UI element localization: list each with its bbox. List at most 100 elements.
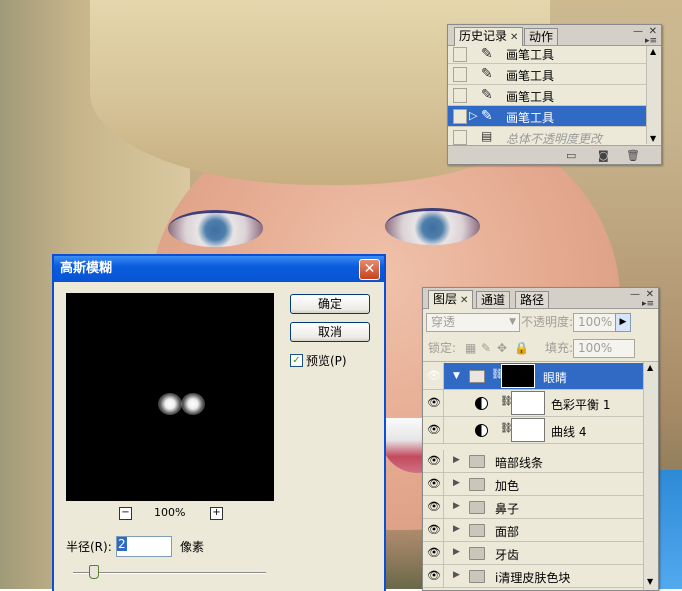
layers-tabbar: 图层 ✕ 通道 路径 — ✕ ▸≡ [423, 288, 658, 309]
dialog-title: 高斯模糊 [60, 261, 113, 276]
layer-group-row[interactable]: 👁 ▶ 面部 [423, 519, 643, 542]
expand-arrow-icon[interactable]: ▶ [453, 524, 460, 534]
history-item-selected[interactable]: ▷ ✎ 画笔工具 [448, 106, 646, 127]
history-panel: 历史记录 ✕ 动作 — ✕ ▸≡ ✎ 画笔工具 ✎ 画笔工具 ✎ 画笔工具 ▷ ✎… [447, 24, 662, 165]
photo-eye-right [385, 208, 480, 245]
panel-menu-icon[interactable]: ▸≡ [642, 299, 654, 309]
camera-icon[interactable]: ◙ [598, 149, 609, 162]
minimize-icon[interactable]: — [633, 27, 643, 37]
layer-group-row[interactable]: 👁 ▶ 暗部线条 [423, 450, 643, 473]
tab-actions[interactable]: 动作 [524, 28, 559, 45]
new-document-icon[interactable]: ▭ [566, 149, 576, 162]
radius-slider-track[interactable] [73, 572, 266, 574]
layer-group-row[interactable]: 👁 ▶ 鼻子 [423, 496, 643, 519]
fill-label: 填充: [545, 341, 574, 355]
radius-unit: 像素 [180, 540, 205, 554]
lock-row: 锁定: ▦ ✎ ✥ 🔒 填充: 100% [423, 335, 658, 362]
fill-input[interactable]: 100% [573, 339, 635, 358]
ok-button[interactable]: 确定 [290, 294, 370, 314]
layer-row[interactable]: 👁 ⛓ 色彩平衡 1 [423, 390, 643, 417]
history-scrollbar[interactable]: ▲ ▼ [646, 46, 661, 144]
layer-group-row[interactable]: 👁 ▶ i清理皮肤色块 [423, 565, 643, 588]
blend-mode-select[interactable]: 穿透 ▼ [426, 313, 520, 332]
layer-group-row[interactable]: 👁 ▶ 加色 [423, 473, 643, 496]
brush-icon: ✎ [481, 108, 493, 124]
visibility-toggle[interactable]: 👁 [423, 450, 444, 472]
history-item[interactable]: ✎ 画笔工具 [448, 46, 646, 64]
scroll-down-icon[interactable]: ▼ [650, 134, 656, 143]
opacity-arrow-button[interactable]: ▶ [615, 313, 631, 332]
expand-arrow-icon[interactable]: ▶ [453, 547, 460, 557]
close-icon[interactable]: ✕ [510, 32, 518, 43]
trash-icon[interactable]: 🗑 [626, 149, 640, 162]
tab-layers[interactable]: 图层 ✕ [428, 290, 474, 309]
history-source-checkbox[interactable] [453, 109, 467, 124]
tab-history[interactable]: 历史记录 ✕ [454, 27, 524, 46]
folder-icon [469, 547, 485, 560]
panel-menu-icon[interactable]: ▸≡ [645, 36, 657, 46]
visibility-toggle[interactable]: 👁 [423, 363, 444, 389]
eye-icon: 👁 [427, 477, 441, 490]
opacity-input[interactable]: 100% [573, 313, 619, 332]
layer-row-selected[interactable]: 👁 ▼ ⛓ 眼睛 [423, 363, 643, 390]
visibility-toggle[interactable]: 👁 [423, 519, 444, 541]
lock-transparent-icon[interactable]: ▦ [465, 340, 476, 357]
layer-mask-thumbnail[interactable] [511, 391, 545, 415]
layer-row[interactable]: 👁 ⛓ 曲线 4 [423, 417, 643, 444]
tab-paths[interactable]: 路径 [515, 291, 550, 308]
scroll-up-icon[interactable]: ▲ [650, 47, 656, 56]
expand-arrow-icon[interactable]: ▼ [453, 371, 460, 381]
expand-arrow-icon[interactable]: ▶ [453, 478, 460, 488]
expand-arrow-icon[interactable]: ▶ [453, 455, 460, 465]
lock-brush-icon[interactable]: ✎ [481, 340, 491, 357]
history-state-slider-icon[interactable]: ▷ [469, 109, 477, 122]
preview-label: 预览(P) [306, 354, 347, 368]
scroll-down-icon[interactable]: ▼ [647, 577, 653, 586]
folder-icon [469, 478, 485, 491]
visibility-toggle[interactable]: 👁 [423, 473, 444, 495]
dialog-titlebar[interactable]: 高斯模糊 ✕ [54, 256, 384, 282]
minimize-icon[interactable]: — [630, 290, 640, 300]
layer-mask-thumbnail[interactable] [501, 364, 535, 388]
history-source-checkbox[interactable] [453, 67, 467, 82]
expand-arrow-icon[interactable]: ▶ [453, 570, 460, 580]
visibility-toggle[interactable]: 👁 [423, 565, 444, 587]
brush-icon: ✎ [481, 66, 493, 82]
visibility-toggle[interactable]: 👁 [423, 417, 444, 443]
zoom-in-button[interactable]: + [210, 507, 223, 520]
layers-scrollbar[interactable]: ▲ ▼ [643, 362, 658, 590]
cancel-button[interactable]: 取消 [290, 322, 370, 342]
eye-icon: 👁 [427, 523, 441, 536]
folder-icon [469, 570, 485, 583]
visibility-toggle[interactable]: 👁 [423, 496, 444, 518]
visibility-toggle[interactable]: 👁 [423, 542, 444, 564]
scroll-up-icon[interactable]: ▲ [647, 363, 653, 372]
history-tabbar: 历史记录 ✕ 动作 — ✕ ▸≡ [448, 25, 661, 46]
zoom-out-button[interactable]: − [119, 507, 132, 520]
radius-slider-thumb[interactable] [89, 565, 99, 579]
history-item[interactable]: ✎ 画笔工具 [448, 64, 646, 85]
blur-preview[interactable] [66, 293, 274, 501]
preview-checkbox[interactable]: ✓ [290, 354, 303, 367]
lock-move-icon[interactable]: ✥ [497, 340, 507, 357]
layer-mask-thumbnail[interactable] [511, 418, 545, 442]
visibility-toggle[interactable]: 👁 [423, 390, 444, 416]
history-source-checkbox[interactable] [453, 88, 467, 103]
history-source-checkbox[interactable] [453, 47, 467, 62]
document-icon: ▤ [481, 129, 493, 143]
folder-icon [469, 524, 485, 537]
layer-group-row[interactable]: 👁 ▶ 牙齿 [423, 542, 643, 565]
eye-icon: 👁 [427, 569, 441, 582]
folder-icon [469, 370, 485, 383]
expand-arrow-icon[interactable]: ▶ [453, 501, 460, 511]
tab-channels[interactable]: 通道 [476, 291, 511, 308]
history-item[interactable]: ✎ 画笔工具 [448, 85, 646, 106]
close-icon[interactable]: ✕ [359, 259, 380, 280]
adjustment-layer-icon [475, 424, 488, 437]
close-icon[interactable]: ✕ [460, 295, 468, 306]
lock-all-icon[interactable]: 🔒 [514, 340, 529, 357]
brush-icon: ✎ [481, 46, 493, 62]
radius-input[interactable]: 2 [116, 536, 172, 557]
folder-icon [469, 455, 485, 468]
history-source-checkbox[interactable] [453, 130, 467, 145]
